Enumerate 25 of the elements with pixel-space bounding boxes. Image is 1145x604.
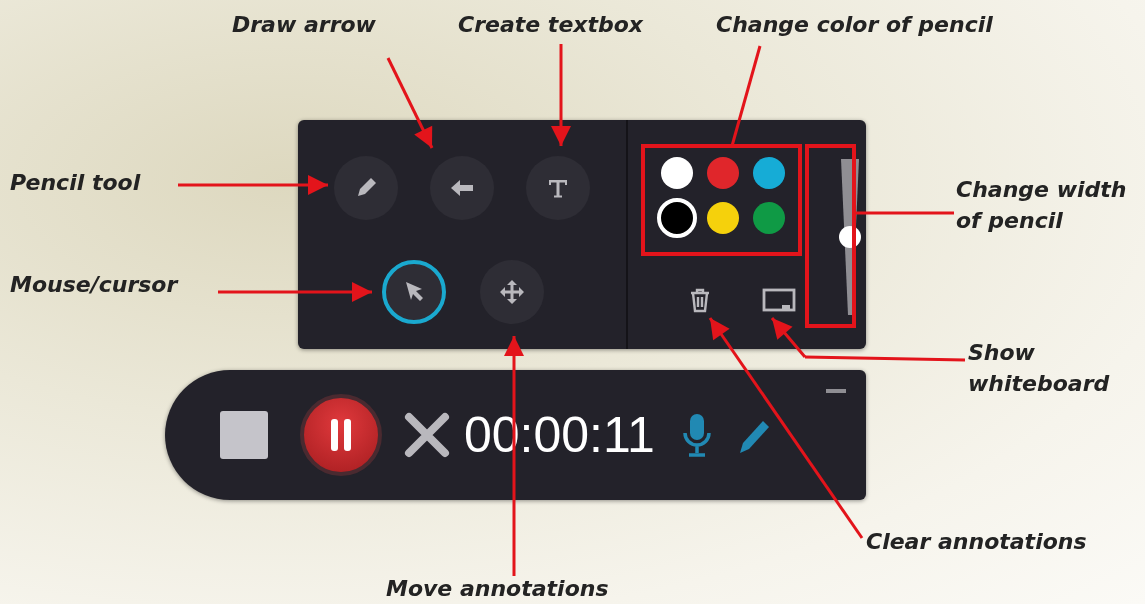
move-icon (498, 278, 526, 306)
annotation-label: Mouse/cursor (10, 271, 178, 299)
cancel-button[interactable] (404, 412, 450, 458)
color-swatch[interactable] (753, 202, 785, 234)
color-swatch[interactable] (707, 202, 739, 234)
annotation-label: Change color of pencil (716, 11, 993, 39)
annotation-label: Change width of pencil (956, 176, 1128, 235)
annotation-label: Create textbox (458, 11, 644, 39)
color-swatch[interactable] (707, 157, 739, 189)
color-swatch[interactable] (753, 157, 785, 189)
microphone-icon (680, 413, 713, 457)
annotation-label: Show whiteboard (968, 339, 1111, 398)
microphone-button[interactable] (680, 413, 713, 457)
annotation-label: Draw arrow (232, 11, 376, 39)
whiteboard-icon (762, 287, 796, 313)
trash-button[interactable] (688, 287, 712, 313)
color-swatch[interactable] (661, 157, 693, 189)
trash-icon (688, 287, 712, 313)
annotation-label: Move annotations (386, 575, 609, 603)
pause-icon (330, 418, 352, 452)
close-icon (404, 412, 450, 458)
annotation-label: Pencil tool (10, 169, 141, 197)
color-swatch[interactable] (657, 198, 697, 238)
annotation-label: Clear annotations (866, 528, 1087, 556)
whiteboard-button[interactable] (762, 287, 796, 313)
